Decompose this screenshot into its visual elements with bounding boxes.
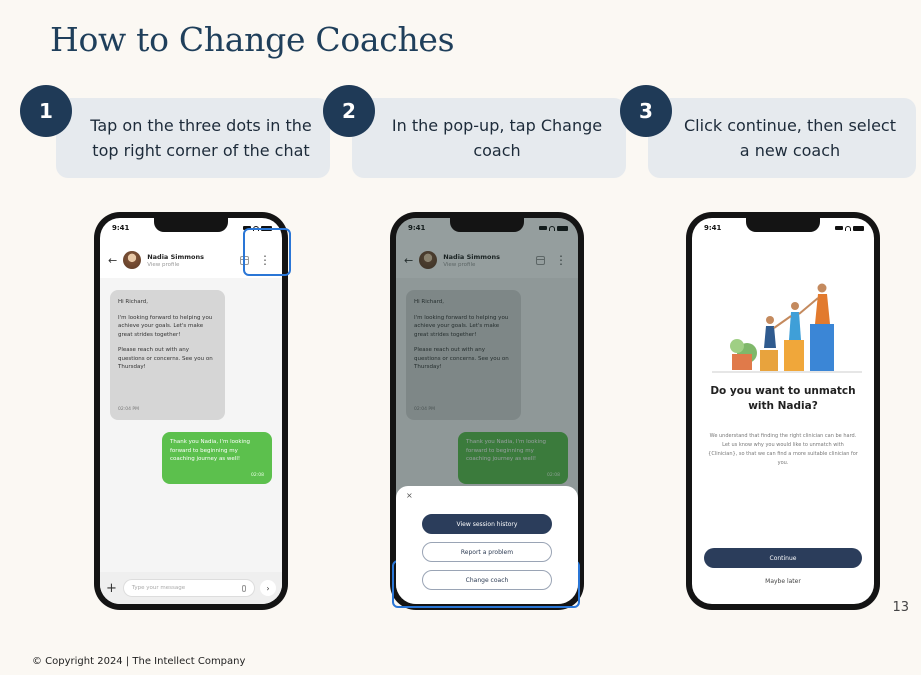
slide-title: How to Change Coaches <box>50 20 455 59</box>
options-sheet: × View session history Report a problem … <box>396 486 578 604</box>
mic-icon[interactable] <box>242 584 246 592</box>
phone-popup: 9:41 ← Nadia Simmons View profile ⋮ Hi R… <box>390 212 584 610</box>
message-placeholder: Type your message <box>131 585 186 591</box>
close-icon[interactable]: × <box>406 491 413 500</box>
step-1-box: Tap on the three dots in the top right c… <box>56 98 330 178</box>
unmatch-description: We understand that finding the right cli… <box>708 433 858 466</box>
phone-notch <box>154 218 228 232</box>
step-3-line1: Click continue, then select <box>684 116 896 135</box>
step-1-badge: 1 <box>20 85 72 137</box>
status-icons <box>835 225 864 231</box>
dots-highlight-box <box>243 228 291 276</box>
popup-screen: 9:41 ← Nadia Simmons View profile ⋮ Hi R… <box>396 218 578 604</box>
battery-icon <box>853 225 864 231</box>
step-3-box: Click continue, then select a new coach <box>648 98 916 178</box>
report-problem-button[interactable]: Report a problem <box>422 542 552 562</box>
status-time: 9:41 <box>704 224 722 232</box>
unmatch-title: Do you want to unmatch with Nadia? <box>692 384 874 414</box>
phone-notch <box>746 218 820 232</box>
message-bar: + Type your message › <box>100 572 282 604</box>
copyright-footer: © Copyright 2024 | The Intellect Company <box>32 656 246 667</box>
page-number: 13 <box>892 600 909 615</box>
status-time: 9:41 <box>112 224 130 232</box>
step-2-line1: In the pop-up, tap Change <box>391 116 603 135</box>
phone-unmatch: 9:41 Do you want to unmatch with Nadia? … <box>686 212 880 610</box>
outgoing-message: Thank you Nadia, I'm looking forward to … <box>162 432 272 484</box>
view-profile-link[interactable]: View profile <box>147 262 240 268</box>
continue-button[interactable]: Continue <box>704 548 862 568</box>
step-1-line1: Tap on the three dots in the <box>90 116 312 135</box>
phone-notch <box>450 218 524 232</box>
incoming-message: Hi Richard, I'm looking forward to helpi… <box>110 290 225 420</box>
unmatch-title-line1: Do you want to unmatch <box>710 385 856 397</box>
unmatch-screen: 9:41 Do you want to unmatch with Nadia? … <box>692 218 874 604</box>
outgoing-time: 02:08 <box>251 472 264 478</box>
step-2-line2: coach <box>473 141 521 160</box>
step-3-badge: 3 <box>620 85 672 137</box>
unmatch-title-line2: with Nadia? <box>748 400 818 412</box>
incoming-para1: I'm looking forward to helping you achie… <box>118 314 213 338</box>
signal-icon <box>835 226 843 230</box>
view-session-history-button[interactable]: View session history <box>422 514 552 534</box>
wifi-icon <box>845 225 851 231</box>
message-input[interactable]: Type your message <box>122 579 255 597</box>
coach-avatar[interactable] <box>123 251 142 269</box>
incoming-para2: Please reach out with any questions or c… <box>118 347 213 370</box>
outgoing-text: Thank you Nadia, I'm looking forward to … <box>170 439 251 462</box>
coach-name: Nadia Simmons <box>147 252 204 261</box>
incoming-time: 02:04 PM <box>118 406 139 412</box>
step-1-line2: top right corner of the chat <box>92 141 310 160</box>
step-3-line2: a new coach <box>739 141 841 160</box>
maybe-later-link[interactable]: Maybe later <box>692 578 874 585</box>
chat-messages: Hi Richard, I'm looking forward to helpi… <box>100 278 282 604</box>
send-chevron-icon[interactable]: › <box>260 580 276 596</box>
change-coach-button[interactable]: Change coach <box>422 570 552 590</box>
incoming-greeting: Hi Richard, <box>118 299 149 305</box>
step-2-box: In the pop-up, tap Change coach <box>352 98 626 178</box>
teamwork-illustration <box>712 283 862 373</box>
plus-icon[interactable]: + <box>106 581 117 596</box>
back-arrow-icon[interactable]: ← <box>108 254 117 267</box>
step-2-badge: 2 <box>323 85 375 137</box>
